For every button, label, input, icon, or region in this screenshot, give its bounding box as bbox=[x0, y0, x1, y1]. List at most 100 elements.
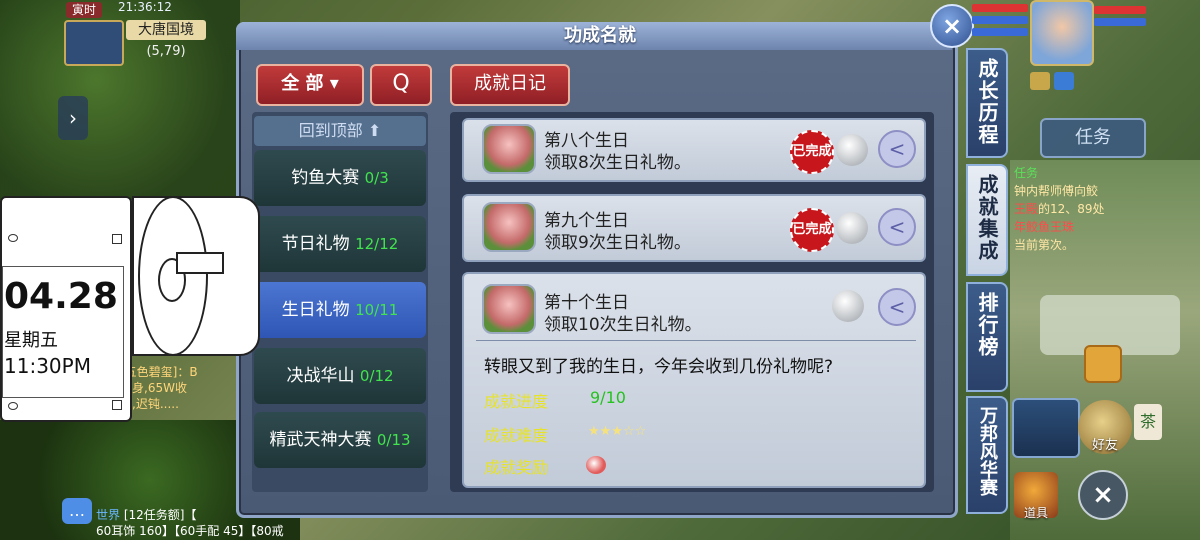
peach-icon bbox=[482, 124, 536, 174]
achievement-flavor-text: 转眼又到了我的生日，今年会收到几份礼物呢? bbox=[484, 357, 834, 377]
reward-bag-icon[interactable] bbox=[836, 134, 868, 166]
map-coordinates: (5,79) bbox=[146, 44, 186, 59]
chevron-down-icon: ▾ bbox=[329, 73, 339, 94]
reward-bag-icon[interactable] bbox=[836, 212, 868, 244]
time-period-tag: 寅时 bbox=[66, 2, 103, 18]
chat-text: 根,迟钝..... bbox=[120, 397, 179, 411]
category-item[interactable]: 节日礼物 12/12 bbox=[254, 216, 426, 272]
difficulty-stars: ★★★☆☆ bbox=[588, 424, 647, 439]
task-line: 年鲛鱼王珠 bbox=[1014, 220, 1075, 234]
category-name: 精武天神大赛 bbox=[269, 430, 372, 450]
chat-text: [五色碧玺]：B bbox=[120, 365, 198, 379]
panel-title: 功成名就 bbox=[564, 25, 636, 46]
reward-bag-icon[interactable] bbox=[832, 290, 864, 322]
filter-label: 全 部 bbox=[281, 73, 324, 94]
wings-icon[interactable] bbox=[1012, 398, 1080, 458]
task-location: 王殿 bbox=[1014, 202, 1039, 216]
achievement-desc: 领取8次生日礼物。 bbox=[544, 153, 691, 173]
category-name: 钓鱼大赛 bbox=[291, 168, 360, 188]
difficulty-label: 成就难度 bbox=[484, 426, 549, 445]
peach-icon bbox=[482, 284, 536, 334]
divider bbox=[476, 340, 916, 341]
minimap-avatar[interactable] bbox=[64, 20, 124, 66]
task-line: 王殿的12、89处 bbox=[1014, 200, 1144, 218]
category-count: 0/13 bbox=[376, 431, 411, 449]
category-item[interactable]: 决战华山 0/12 bbox=[254, 348, 426, 404]
character-avatar[interactable] bbox=[1030, 0, 1094, 66]
buff-icon[interactable] bbox=[1030, 72, 1050, 90]
category-item-selected[interactable]: 生日礼物 10/11 bbox=[254, 282, 426, 338]
category-count: 0/12 bbox=[359, 367, 394, 385]
category-name: 生日礼物 bbox=[281, 300, 350, 320]
chat-line[interactable]: 60耳饰 160】【60手配 45】【80戒 bbox=[96, 522, 284, 539]
share-button[interactable]: < bbox=[878, 288, 916, 326]
close-button[interactable]: × bbox=[930, 4, 974, 48]
chat-line[interactable]: 世界 [12任务额]【 bbox=[96, 506, 196, 523]
achievement-desc: 领取10次生日礼物。 bbox=[544, 315, 702, 335]
task-header: 任务 bbox=[1014, 166, 1039, 180]
completed-stamp-icon: 已完成 bbox=[790, 208, 834, 252]
completed-stamp-icon: 已完成 bbox=[790, 130, 834, 174]
progress-label: 成就进度 bbox=[484, 392, 549, 411]
task-line: 当前第次。 bbox=[1014, 236, 1144, 254]
square-icon bbox=[112, 234, 122, 244]
chat-bubble-icon[interactable]: … bbox=[62, 498, 92, 524]
tv-icon[interactable] bbox=[1084, 345, 1122, 383]
achievement-desc: 领取9次生日礼物。 bbox=[544, 233, 691, 253]
tab-label: 成就集成 bbox=[975, 174, 999, 262]
task-line: 钟内帮师傅向鲛 bbox=[1014, 184, 1099, 198]
reward-label: 成就奖励 bbox=[484, 458, 549, 477]
dropdown-icon[interactable] bbox=[1054, 72, 1074, 90]
share-button[interactable]: < bbox=[878, 130, 916, 168]
collapse-button[interactable]: × bbox=[1078, 470, 1128, 520]
pin-icon bbox=[8, 402, 18, 410]
tab-contest[interactable]: 万邦风华赛 bbox=[966, 396, 1008, 514]
calendar-roll-tab bbox=[176, 252, 224, 274]
diary-button[interactable]: 成就日记 bbox=[450, 64, 570, 106]
calendar-weekday: 星期五 bbox=[4, 330, 58, 351]
back-to-top-label: 回到顶部 bbox=[298, 121, 363, 140]
category-name: 节日礼物 bbox=[281, 234, 350, 254]
task-tracker[interactable]: 任务 钟内帮师傅向鲛 王殿的12、89处 年鲛鱼王珠 当前第次。 bbox=[1014, 164, 1144, 254]
chat-text: 隐身,65W收 bbox=[120, 381, 187, 395]
inventory-label: 道具 bbox=[1023, 506, 1048, 520]
category-name: 决战华山 bbox=[286, 366, 355, 386]
hp-bar bbox=[972, 4, 1028, 12]
task-text: 次。 bbox=[1050, 238, 1075, 252]
calendar-date: 04.28 bbox=[4, 276, 118, 317]
tab-label: 万邦风华赛 bbox=[977, 406, 998, 496]
task-tab[interactable]: 任务 bbox=[1040, 118, 1146, 158]
tab-achievements[interactable]: 成就集成 bbox=[966, 164, 1008, 276]
share-button[interactable]: < bbox=[878, 208, 916, 246]
mp-bar bbox=[972, 16, 1028, 24]
tab-leaderboard[interactable]: 排行榜 bbox=[966, 282, 1008, 392]
exp-bar bbox=[972, 28, 1028, 36]
search-icon: Q bbox=[392, 71, 410, 96]
chat-snippet: [五色碧玺]：B 隐身,65W收 根,迟钝..... bbox=[120, 364, 238, 412]
category-count: 12/12 bbox=[355, 235, 399, 253]
arrow-up-icon: ⬆ bbox=[367, 121, 382, 140]
pet-status-bars bbox=[972, 0, 1032, 40]
friend-label: 好友 bbox=[1091, 438, 1118, 453]
category-item[interactable]: 钓鱼大赛 0/3 bbox=[254, 150, 426, 206]
tab-growth-history[interactable]: 成长历程 bbox=[966, 48, 1008, 158]
task-text: 当前第 bbox=[1014, 238, 1051, 252]
square-icon bbox=[112, 400, 122, 410]
player-hp-bar bbox=[1094, 6, 1146, 14]
expand-arrow-icon[interactable]: › bbox=[58, 96, 88, 140]
peach-reward-icon[interactable] bbox=[586, 456, 606, 474]
filter-dropdown[interactable]: 全 部 ▾ bbox=[256, 64, 364, 106]
search-button[interactable]: Q bbox=[370, 64, 432, 106]
game-clock: 21:36:12 bbox=[118, 0, 172, 14]
back-to-top-button[interactable]: 回到顶部 ⬆ bbox=[254, 116, 426, 146]
tea-tag-icon[interactable]: 茶 bbox=[1134, 404, 1162, 440]
progress-value: 9/10 bbox=[590, 388, 626, 407]
world-channel-tag: 世界 bbox=[96, 508, 121, 522]
category-item[interactable]: 精武天神大赛 0/13 bbox=[254, 412, 426, 468]
peach-icon bbox=[482, 202, 536, 252]
task-text: 的12、89处 bbox=[1038, 202, 1105, 216]
map-name[interactable]: 大唐国境 bbox=[126, 20, 206, 40]
category-count: 10/11 bbox=[355, 301, 399, 319]
category-count: 0/3 bbox=[364, 169, 389, 187]
pin-icon bbox=[8, 234, 18, 242]
